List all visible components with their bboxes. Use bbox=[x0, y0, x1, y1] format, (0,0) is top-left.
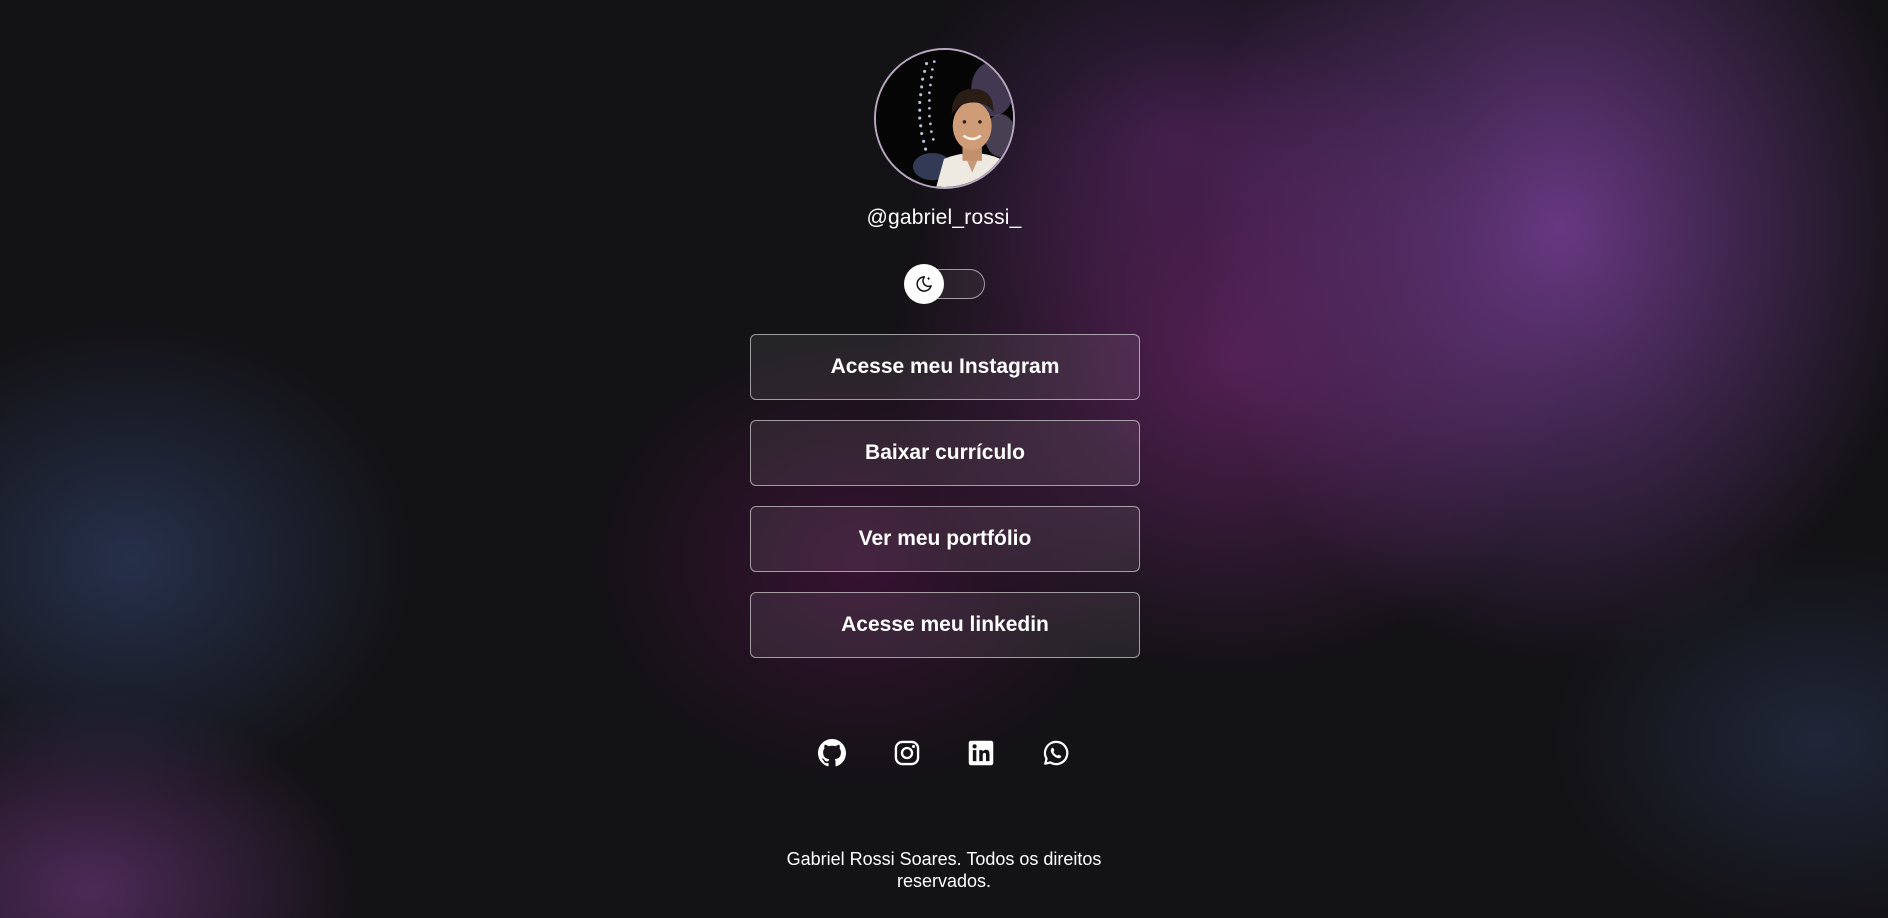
instagram-link[interactable] bbox=[889, 735, 925, 771]
linkedin-link[interactable] bbox=[963, 735, 999, 771]
github-icon bbox=[818, 739, 846, 767]
footer-copyright: Gabriel Rossi Soares. Todos os direitos … bbox=[786, 849, 1102, 891]
social-icons bbox=[814, 735, 1074, 771]
instagram-link-button[interactable]: Acesse meu Instagram bbox=[750, 334, 1140, 400]
linkedin-link-button[interactable]: Acesse meu linkedin bbox=[750, 592, 1140, 658]
links-list: Acesse meu Instagram Baixar currículo Ve… bbox=[750, 334, 1140, 678]
profile-handle: @gabriel_rossi_ bbox=[866, 206, 1022, 229]
avatar bbox=[874, 48, 1015, 189]
profile-photo bbox=[876, 50, 1013, 187]
whatsapp-link[interactable] bbox=[1038, 735, 1074, 771]
linkedin-icon bbox=[969, 740, 994, 766]
theme-toggle[interactable] bbox=[904, 264, 985, 304]
whatsapp-icon bbox=[1043, 740, 1069, 766]
linktree-page: @gabriel_rossi_ Acesse meu Instagram Bai… bbox=[0, 0, 1888, 918]
portfolio-link-button[interactable]: Ver meu portfólio bbox=[750, 506, 1140, 572]
instagram-icon bbox=[894, 740, 919, 766]
download-resume-button[interactable]: Baixar currículo bbox=[750, 420, 1140, 486]
moon-sparkle-icon bbox=[916, 276, 932, 292]
github-link[interactable] bbox=[814, 735, 850, 771]
theme-toggle-knob[interactable] bbox=[904, 264, 944, 304]
